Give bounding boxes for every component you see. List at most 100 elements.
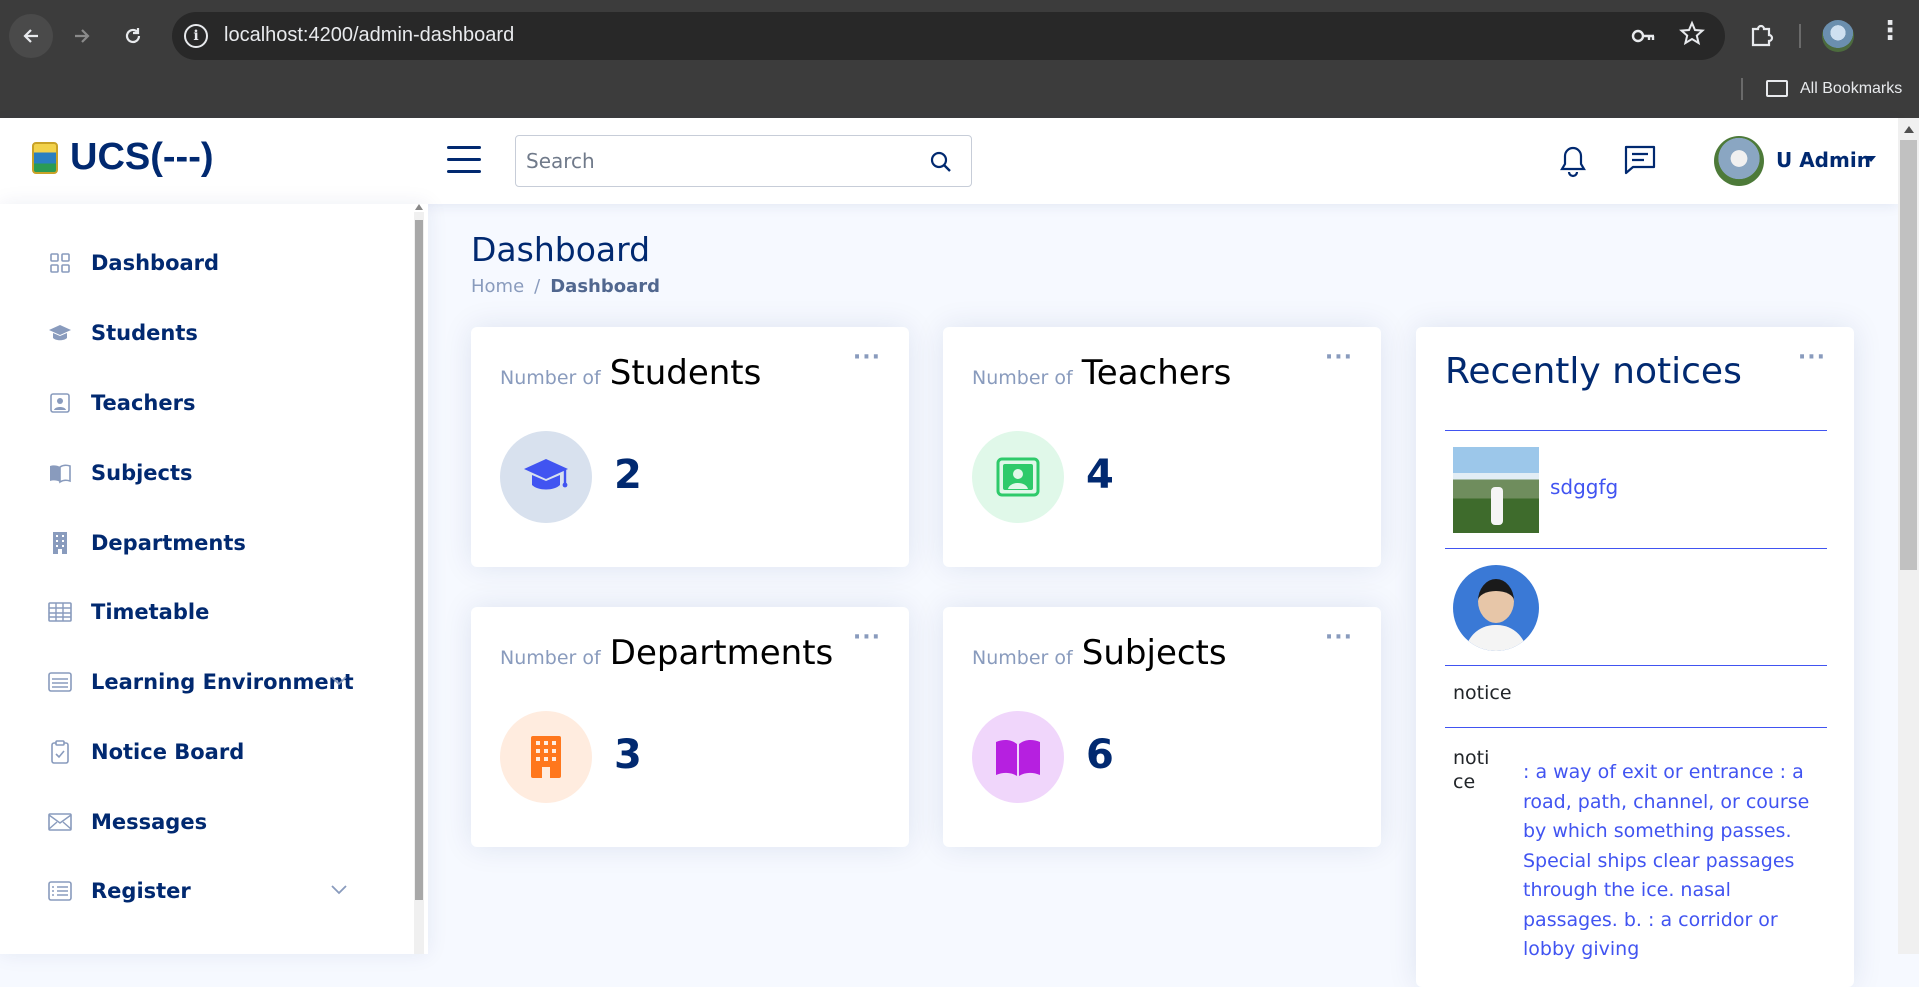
person-badge-icon <box>48 391 72 415</box>
logo-icon[interactable] <box>32 142 58 174</box>
notices-title: Recently notices <box>1445 351 1742 392</box>
extensions-puzzle-icon[interactable] <box>1748 20 1776 48</box>
mortarboard-icon <box>500 431 592 523</box>
card-title-prefix: Number of <box>500 367 601 389</box>
notice-item[interactable]: noti ce : a way of exit or entrance : a r… <box>1445 727 1827 960</box>
card-title: Number of Departments <box>500 633 833 673</box>
sidebar-item-learning-environment[interactable]: Learning Environment <box>30 657 370 707</box>
card-value: 4 <box>1086 452 1114 498</box>
page-title: Dashboard <box>471 230 651 269</box>
book-open-icon <box>972 711 1064 803</box>
search-input[interactable] <box>526 146 916 176</box>
sidebar-scrollbar-thumb[interactable] <box>415 220 423 900</box>
sidebar-item-subjects[interactable]: Subjects <box>30 448 370 498</box>
bell-icon[interactable] <box>1557 144 1589 178</box>
chevron-down-icon[interactable] <box>330 671 348 689</box>
page-scrollbar-thumb[interactable] <box>1900 140 1917 570</box>
sidebar-item-notice-board[interactable]: Notice Board <box>30 727 370 777</box>
browser-menu-icon[interactable]: ⋮ <box>1877 18 1903 44</box>
notice-item[interactable]: notice <box>1445 665 1827 727</box>
breadcrumb-separator: / <box>534 276 541 297</box>
card-value: 3 <box>614 732 642 778</box>
card-title: Number of Teachers <box>972 353 1231 393</box>
envelope-icon <box>48 810 72 834</box>
main-content: Dashboard Home / Dashboard ··· Number of S… <box>428 204 1898 987</box>
sidebar-item-teachers[interactable]: Teachers <box>30 378 370 428</box>
search-icon[interactable] <box>929 150 953 174</box>
browser-chrome: i localhost:4200/admin-dashboard ⋮ All B… <box>0 0 1919 118</box>
card-title-label: Teachers <box>1081 353 1232 393</box>
folder-icon <box>1766 80 1788 97</box>
card-title-prefix: Number of <box>500 647 601 669</box>
notice-text[interactable]: : a way of exit or entrance : a road, pa… <box>1523 758 1827 965</box>
browser-profile-avatar[interactable] <box>1822 20 1854 52</box>
sidebar-item-register[interactable]: Register <box>30 866 370 916</box>
chat-left-text-icon[interactable] <box>1623 144 1657 176</box>
card-title: Number of Students <box>500 353 761 393</box>
person-video-icon <box>972 431 1064 523</box>
forward-button[interactable] <box>60 14 104 58</box>
logo-text[interactable]: UCS(---) <box>70 136 214 179</box>
notice-item[interactable]: sdggfg <box>1445 430 1827 548</box>
notices-card: ··· Recently notices sdggfg notice noti c… <box>1416 327 1854 987</box>
user-name-dropdown[interactable]: U Admin <box>1776 148 1871 172</box>
bookmark-star-icon[interactable] <box>1679 20 1705 53</box>
card-title-label: Departments <box>609 633 834 673</box>
card-title-prefix: Number of <box>972 647 1073 669</box>
password-key-icon[interactable] <box>1629 22 1657 56</box>
scroll-up-arrow-icon[interactable] <box>1904 126 1914 133</box>
card-menu-icon[interactable]: ··· <box>853 345 881 370</box>
avatar[interactable] <box>1714 136 1764 186</box>
clipboard-check-icon <box>48 740 72 764</box>
notice-item[interactable] <box>1445 548 1827 665</box>
grid-icon <box>48 251 72 275</box>
sidebar-item-label: Teachers <box>91 391 196 415</box>
sidebar-item-label: Subjects <box>91 461 193 485</box>
sidebar-item-label: Register <box>91 879 191 903</box>
page-scrollbar[interactable] <box>1898 118 1919 954</box>
breadcrumb: Home / Dashboard <box>471 276 660 297</box>
reload-icon <box>125 28 141 44</box>
card-title-label: Subjects <box>1081 633 1227 673</box>
sidebar-item-label: Learning Environment <box>91 670 354 694</box>
url-text[interactable]: localhost:4200/admin-dashboard <box>224 24 514 47</box>
caret-down-icon[interactable] <box>1866 156 1876 162</box>
sidebar-toggle-icon[interactable] <box>447 146 481 176</box>
sidebar-item-messages[interactable]: Messages <box>30 797 370 847</box>
notice-image[interactable] <box>1453 447 1539 533</box>
broken-image-icon[interactable]: notice <box>1453 682 1512 704</box>
sidebar-item-label: Students <box>91 321 198 345</box>
sidebar-item-students[interactable]: Students <box>30 308 370 358</box>
sidebar-item-label: Timetable <box>91 600 210 624</box>
card-title-prefix: Number of <box>972 367 1073 389</box>
reload-button[interactable] <box>111 14 155 58</box>
teachers-card: ··· Number of Teachers 4 <box>943 327 1381 567</box>
book-icon <box>48 461 72 485</box>
card-menu-icon[interactable]: ··· <box>1325 345 1353 370</box>
address-bar[interactable]: i localhost:4200/admin-dashboard <box>172 12 1725 60</box>
sidebar-item-departments[interactable]: Departments <box>30 518 370 568</box>
broken-image-alt: noti <box>1453 747 1490 769</box>
card-value: 2 <box>614 452 642 498</box>
notice-link[interactable]: sdggfg <box>1550 475 1618 499</box>
broken-image-icon[interactable]: notice <box>1453 746 1489 794</box>
sidebar-item-dashboard[interactable]: Dashboard <box>30 238 370 288</box>
notice-image[interactable] <box>1453 565 1539 651</box>
sidebar-item-timetable[interactable]: Timetable <box>30 587 370 637</box>
sidebar-item-label: Departments <box>91 531 246 555</box>
building-icon <box>48 531 72 555</box>
site-info-icon[interactable]: i <box>184 24 208 48</box>
back-button[interactable] <box>9 14 53 58</box>
subjects-card: ··· Number of Subjects 6 <box>943 607 1381 847</box>
card-menu-icon[interactable]: ··· <box>1798 345 1826 370</box>
sidebar: Dashboard Students Teachers Subjects Dep… <box>0 204 428 954</box>
scroll-up-arrow-icon[interactable] <box>415 204 423 210</box>
chevron-down-icon[interactable] <box>330 880 348 898</box>
menu-icon <box>48 670 72 694</box>
search-bar <box>515 135 972 187</box>
card-menu-icon[interactable]: ··· <box>853 625 881 650</box>
arrow-right-icon <box>75 29 90 43</box>
breadcrumb-home-link[interactable]: Home <box>471 276 524 297</box>
card-menu-icon[interactable]: ··· <box>1325 625 1353 650</box>
all-bookmarks-button[interactable]: All Bookmarks <box>1800 80 1902 98</box>
